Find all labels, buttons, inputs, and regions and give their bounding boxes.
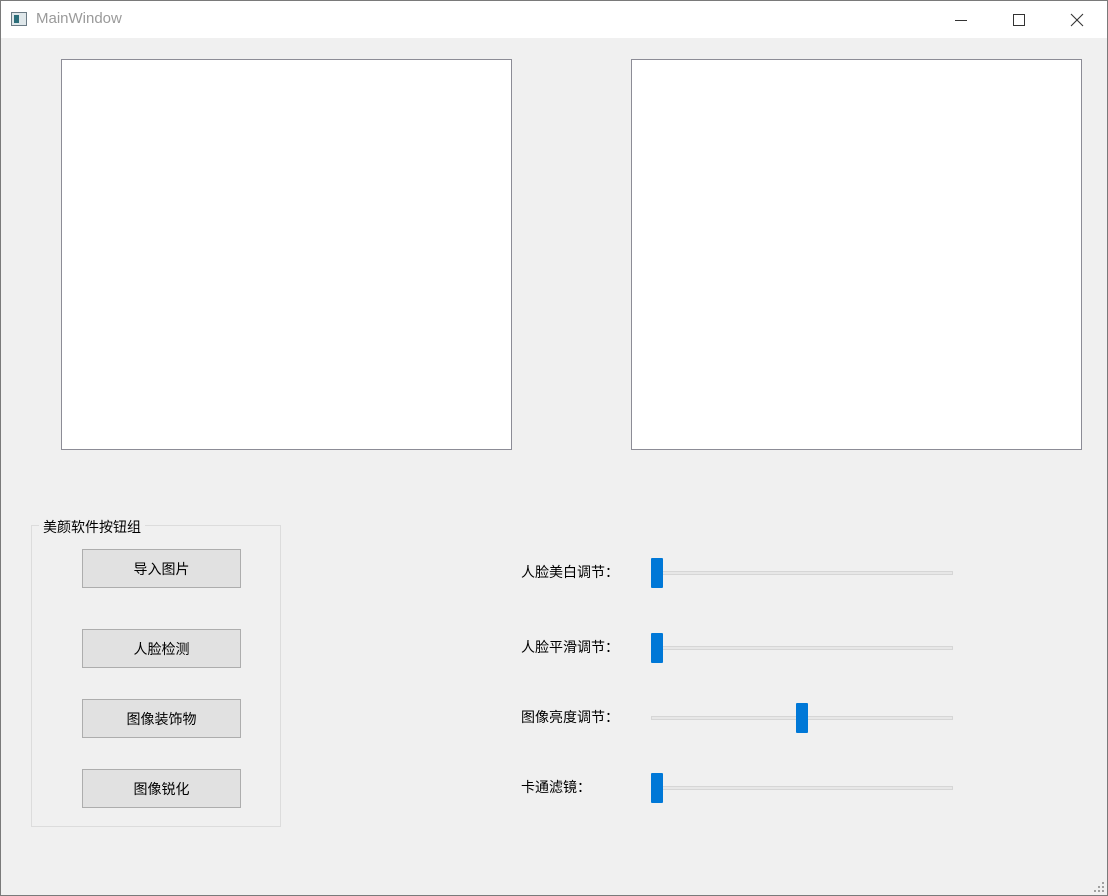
image-sharpen-button[interactable]: 图像锐化 [82, 769, 241, 808]
app-window-icon [11, 12, 27, 26]
close-icon [1070, 13, 1084, 26]
whitening-slider[interactable] [651, 558, 953, 588]
resize-grip-icon[interactable] [1093, 881, 1105, 893]
smoothing-slider[interactable] [651, 633, 953, 663]
title-bar[interactable]: MainWindow [1, 1, 1107, 38]
cartoon-filter-label: 卡通滤镜： [521, 780, 591, 796]
main-window: MainWindow 美颜软件按钮组 导入图片 人脸检测 图像装饰物 图像锐化 … [0, 0, 1108, 896]
slider-handle[interactable] [651, 558, 663, 588]
face-detect-button[interactable]: 人脸检测 [82, 629, 241, 668]
maximize-button[interactable] [990, 1, 1048, 38]
slider-handle[interactable] [651, 773, 663, 803]
image-decoration-button[interactable]: 图像装饰物 [82, 699, 241, 738]
slider-groove [651, 646, 953, 650]
slider-groove [651, 786, 953, 790]
minimize-button[interactable] [932, 1, 990, 38]
smoothing-label: 人脸平滑调节： [521, 640, 619, 656]
slider-groove [651, 571, 953, 575]
cartoon-filter-slider[interactable] [651, 773, 953, 803]
brightness-label: 图像亮度调节： [521, 710, 619, 726]
minimize-icon [955, 19, 967, 21]
window-title: MainWindow [36, 10, 122, 27]
brightness-slider[interactable] [651, 703, 953, 733]
slider-handle[interactable] [651, 633, 663, 663]
whitening-label: 人脸美白调节： [521, 565, 619, 581]
original-image-label [61, 59, 512, 450]
groupbox-title: 美颜软件按钮组 [39, 517, 145, 537]
import-image-button[interactable]: 导入图片 [82, 549, 241, 588]
close-button[interactable] [1048, 1, 1106, 38]
processed-image-label [631, 59, 1082, 450]
slider-handle[interactable] [796, 703, 808, 733]
maximize-icon [1013, 13, 1025, 26]
